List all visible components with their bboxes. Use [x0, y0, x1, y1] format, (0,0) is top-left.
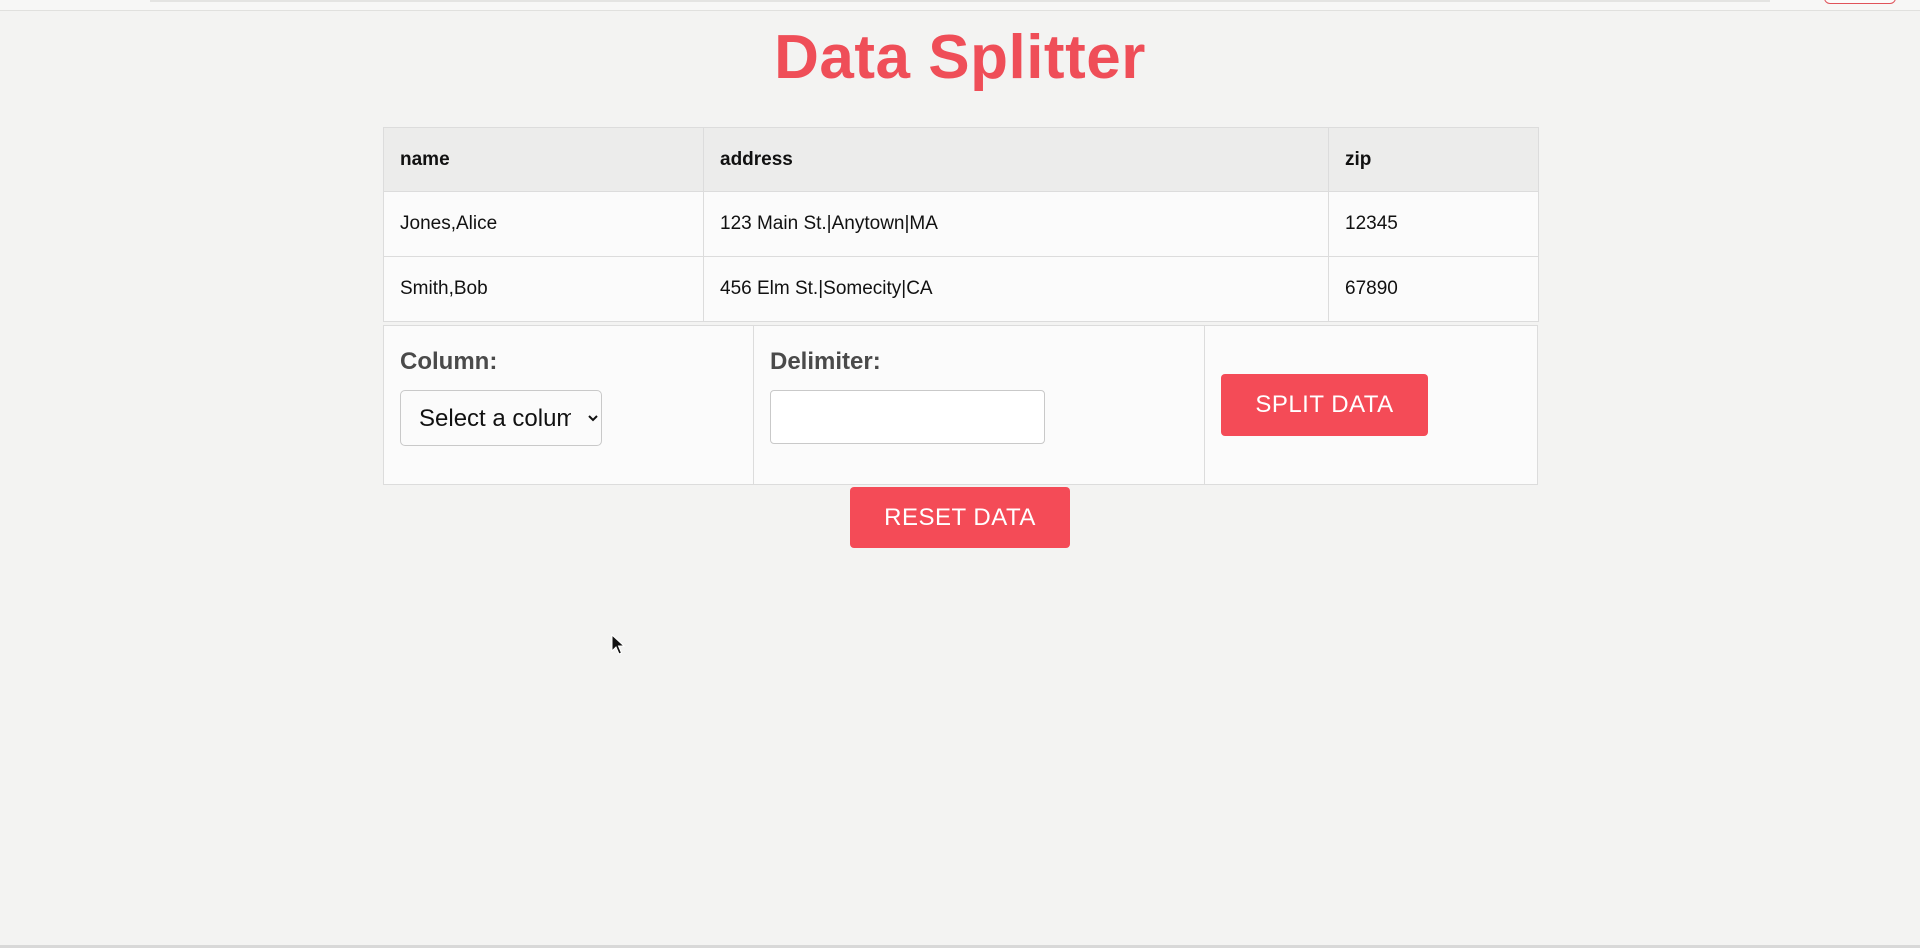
delimiter-label: Delimiter: [770, 348, 881, 375]
column-header-name: name [383, 127, 704, 192]
table-cell-zip: 12345 [1328, 191, 1539, 257]
split-control: SPLIT DATA [1205, 326, 1537, 484]
column-label: Column: [400, 348, 498, 375]
column-header-address: address [703, 127, 1329, 192]
split-controls: Column: Select a column Delimiter: SPLIT… [383, 325, 1538, 485]
table-row: Smith,Bob 456 Elm St.|Somecity|CA 67890 [383, 256, 1539, 322]
top-right-button-edge[interactable] [1824, 0, 1896, 4]
table-row: Jones,Alice 123 Main St.|Anytown|MA 1234… [383, 191, 1539, 257]
browser-top-strip [0, 0, 1920, 11]
table-cell-address: 123 Main St.|Anytown|MA [703, 191, 1329, 257]
mouse-pointer-icon [611, 634, 625, 655]
table-cell-name: Jones,Alice [383, 191, 704, 257]
table-cell-zip: 67890 [1328, 256, 1539, 322]
page-title: Data Splitter [774, 23, 1146, 92]
reset-data-button[interactable]: RESET DATA [850, 487, 1070, 548]
column-select[interactable]: Select a column [400, 390, 602, 446]
split-data-button[interactable]: SPLIT DATA [1221, 374, 1428, 436]
delimiter-input[interactable] [770, 390, 1045, 444]
delimiter-control: Delimiter: [754, 326, 1205, 484]
address-bar-edge [150, 0, 1770, 2]
column-control: Column: Select a column [384, 326, 754, 484]
table-cell-name: Smith,Bob [383, 256, 704, 322]
table-cell-address: 456 Elm St.|Somecity|CA [703, 256, 1329, 322]
data-table: name address zip Jones,Alice 123 Main St… [383, 127, 1539, 322]
column-header-zip: zip [1328, 127, 1539, 192]
table-header-row: name address zip [383, 127, 1539, 192]
